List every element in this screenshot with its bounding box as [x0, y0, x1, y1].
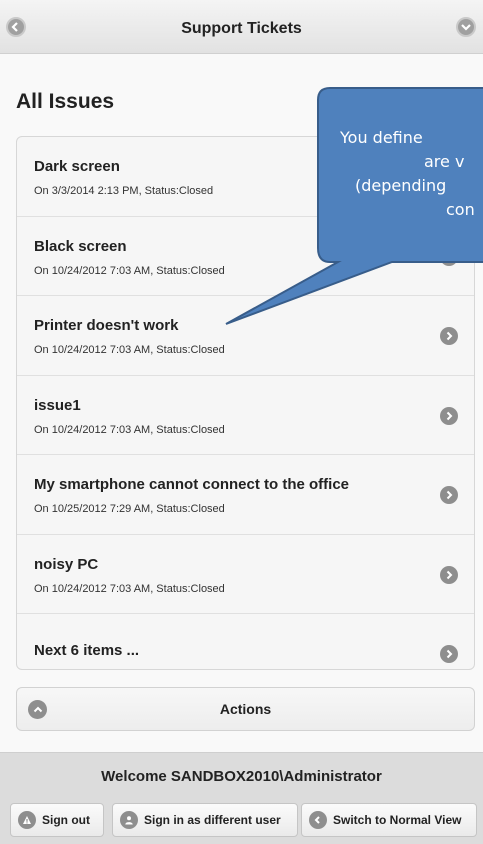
callout-line-1: You define [340, 128, 423, 147]
callout-overlay: You define are v (depending con [0, 0, 483, 844]
callout-line-3: (depending [355, 176, 447, 195]
callout-line-4: con [446, 200, 475, 219]
callout-line-2: are v [424, 152, 465, 171]
